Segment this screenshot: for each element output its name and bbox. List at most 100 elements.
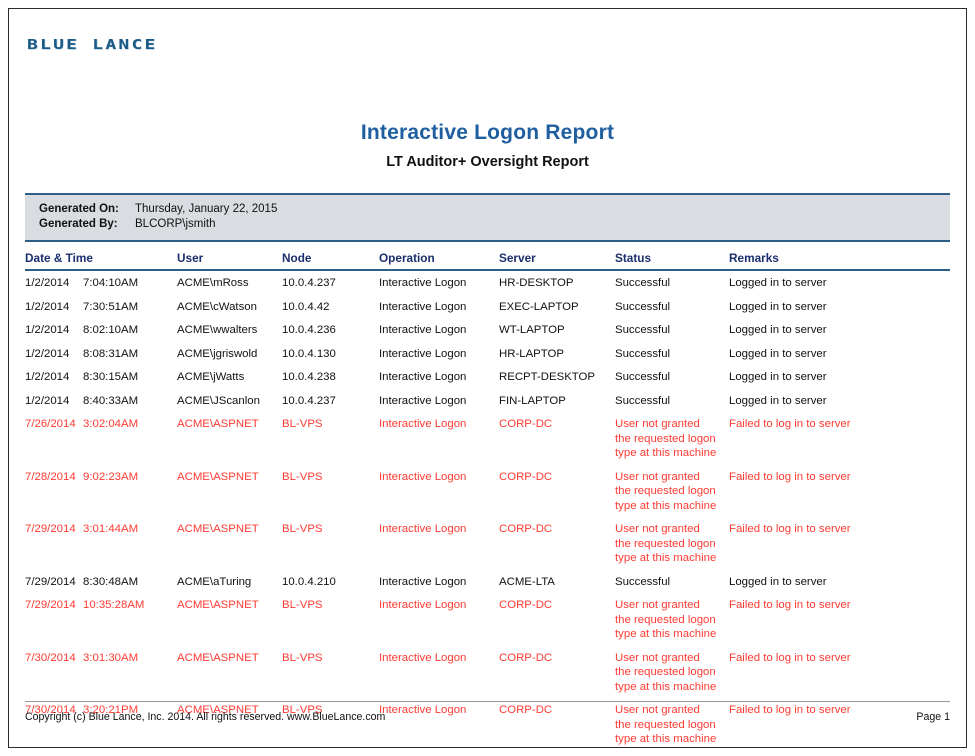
column-header-remarks: Remarks — [729, 242, 950, 271]
cell-date-time: 7/29/2014 8:30:48AM — [25, 570, 177, 594]
cell-status: Successful — [615, 570, 729, 594]
column-header-status: Status — [615, 242, 729, 271]
column-header-operation: Operation — [379, 242, 499, 271]
branding-row: BLUE LANCE — [9, 9, 966, 71]
cell-user: ACME\ASPNET — [177, 470, 259, 483]
status-line: User not granted — [615, 523, 700, 535]
cell-server: WT-LAPTOP — [499, 324, 565, 336]
cell-node: 10.0.4.236 — [282, 324, 336, 336]
cell-operation: Interactive Logon — [379, 418, 467, 430]
cell-date-time: 7/29/2014 10:35:28AM — [25, 593, 177, 646]
status-line: type at this machine — [615, 499, 717, 512]
cell-remarks: Logged in to server — [729, 394, 827, 407]
cell-date-time: 7/28/2014 9:02:23AM — [25, 465, 177, 518]
cell-status: User not granted the requested logon type … — [615, 593, 729, 646]
cell-time: 8:02:10AM — [83, 324, 139, 336]
cell-date-time: 7/30/2014 3:01:30AM — [25, 646, 177, 699]
cell-server: HR-DESKTOP — [499, 277, 574, 289]
cell-date: 7/26/2014 — [25, 418, 76, 430]
cell-operation: Interactive Logon — [379, 277, 467, 289]
table-row: 7/30/2014 3:01:30AM ACME\ASPNET BL-VPS Inter… — [25, 646, 950, 699]
cell-date: 1/2/2014 — [25, 277, 70, 289]
report-page: BLUE LANCE Interactive Logon Report LT A… — [8, 8, 967, 748]
cell-status: Successful — [615, 342, 729, 366]
table-row: 7/29/2014 8:30:48AM ACME\aTuring 10.0.4.210… — [25, 570, 950, 594]
cell-date-time: 1/2/2014 7:04:10AM — [25, 270, 177, 295]
generated-info-band: Generated On: Thursday, January 22, 2015… — [25, 193, 950, 242]
cell-time: 8:30:48AM — [83, 575, 139, 588]
status-line: User not granted — [615, 470, 700, 483]
table-row: 1/2/2014 8:02:10AM ACME\wwalters 10.0.4.236… — [25, 318, 950, 342]
cell-time: 7:30:51AM — [83, 300, 139, 313]
cell-status: Successful — [615, 270, 729, 295]
cell-operation: Interactive Logon — [379, 651, 467, 664]
page-footer: Copyright (c) Blue Lance, Inc. 2014. All… — [25, 701, 950, 723]
cell-date: 1/2/2014 — [25, 371, 70, 383]
cell-user: ACME\jWatts — [177, 371, 245, 383]
cell-status: Successful — [615, 295, 729, 319]
cell-date: 7/29/2014 — [25, 575, 76, 588]
table-row: 7/29/2014 3:01:44AM ACME\ASPNET BL-VPS Inter… — [25, 517, 950, 570]
cell-date: 1/2/2014 — [25, 347, 70, 360]
cell-operation: Interactive Logon — [379, 300, 467, 313]
cell-operation: Interactive Logon — [379, 347, 467, 360]
cell-node: 10.0.4.237 — [282, 394, 336, 407]
cell-time: 9:02:23AM — [83, 470, 139, 483]
generated-by-value: BLCORP\jsmith — [135, 218, 216, 230]
cell-date: 1/2/2014 — [25, 324, 70, 336]
cell-time: 7:04:10AM — [83, 277, 139, 289]
cell-status: Successful — [615, 318, 729, 342]
column-header-node: Node — [282, 242, 379, 271]
table-row: 7/26/2014 3:02:04AM ACME\ASPNET BL-VPS Inter… — [25, 412, 950, 465]
status-line: type at this machine — [615, 680, 717, 693]
status-line: Successful — [615, 300, 671, 313]
cell-server: FIN-LAPTOP — [499, 394, 566, 407]
status-line: Successful — [615, 277, 671, 289]
cell-user: ACME\ASPNET — [177, 651, 259, 664]
cell-status: User not granted the requested logon type … — [615, 465, 729, 518]
cell-remarks: Failed to log in to server — [729, 470, 851, 483]
cell-time: 8:40:33AM — [83, 394, 139, 407]
cell-status: Successful — [615, 389, 729, 413]
table-header-row: Date & Time User Node Operation Server S… — [25, 242, 950, 271]
page-title: Interactive Logon Report — [360, 121, 615, 144]
status-line: Successful — [615, 347, 671, 360]
cell-date-time: 1/2/2014 8:30:15AM — [25, 365, 177, 389]
cell-operation: Interactive Logon — [379, 470, 467, 483]
cell-user: ACME\aTuring — [177, 575, 252, 588]
status-line: the requested logon — [615, 666, 716, 678]
status-line: type at this machine — [615, 733, 717, 745]
footer-copyright: Copyright (c) Blue Lance, Inc. 2014. All… — [25, 711, 386, 723]
cell-remarks: Failed to log in to server — [729, 523, 851, 535]
cell-time: 3:01:30AM — [83, 651, 139, 664]
cell-node: 10.0.4.130 — [282, 347, 336, 360]
cell-server: CORP-DC — [499, 470, 553, 483]
status-line: type at this machine — [615, 447, 717, 459]
blue-lance-logo: BLUE LANCE — [27, 37, 158, 53]
cell-server: HR-LAPTOP — [499, 347, 564, 360]
generated-on-label: Generated On: — [39, 203, 119, 215]
cell-date: 1/2/2014 — [25, 300, 70, 313]
cell-date: 7/30/2014 — [25, 651, 76, 664]
cell-status: User not granted the requested logon type … — [615, 646, 729, 699]
cell-user: ACME\ASPNET — [177, 418, 259, 430]
table-header: Date & Time User Node Operation Server S… — [25, 242, 950, 271]
cell-remarks: Logged in to server — [729, 575, 827, 588]
cell-user: ACME\cWatson — [177, 300, 257, 313]
cell-time: 8:08:31AM — [83, 347, 139, 360]
cell-status: User not granted the requested logon type … — [615, 517, 729, 570]
cell-node: 10.0.4.42 — [282, 300, 330, 313]
table-row: 1/2/2014 8:08:31AM ACME\jgriswold 10.0.4.13… — [25, 342, 950, 366]
cell-node: BL-VPS — [282, 651, 323, 664]
table-row: 7/29/2014 10:35:28AM ACME\ASPNET BL-VPS Inte… — [25, 593, 950, 646]
generated-by-row: Generated By: BLCORP\jsmith — [25, 217, 950, 232]
cell-operation: Interactive Logon — [379, 371, 467, 383]
cell-node: 10.0.4.210 — [282, 575, 336, 588]
cell-remarks: Logged in to server — [729, 324, 827, 336]
cell-operation: Interactive Logon — [379, 575, 467, 588]
generated-on-value: Thursday, January 22, 2015 — [135, 203, 278, 215]
cell-remarks: Failed to log in to server — [729, 651, 851, 664]
cell-server: RECPT-DESKTOP — [499, 371, 595, 383]
generated-on-row: Generated On: Thursday, January 22, 2015 — [25, 202, 950, 217]
cell-status: User not granted the requested logon type … — [615, 412, 729, 465]
